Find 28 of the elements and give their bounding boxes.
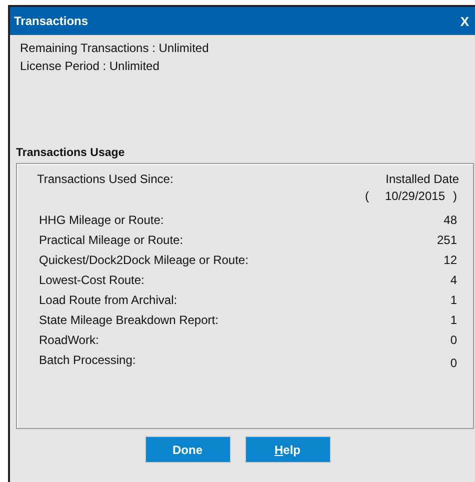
usage-label: Batch Processing: (39, 353, 136, 369)
usage-count: 0 (450, 356, 457, 370)
usage-label: Quickest/Dock2Dock Mileage or Route: (39, 253, 248, 267)
usage-label: Lowest-Cost Route: (39, 273, 144, 287)
usage-count: 12 (444, 253, 457, 267)
open-paren: ( (364, 189, 369, 203)
close-button[interactable]: X (460, 14, 469, 28)
since-label: Transactions Used Since: (37, 172, 174, 186)
usage-count: 48 (444, 213, 457, 227)
dialog-button[interactable]: Done (144, 436, 230, 463)
close-paren: ) (453, 189, 457, 203)
usage-count: 1 (450, 293, 457, 307)
usage-count: 4 (450, 273, 457, 287)
usage-label: State Mileage Breakdown Report: (39, 313, 218, 327)
section-title: Transactions Usage (16, 147, 125, 159)
info-text: Remaining Transactions : Unlimited (20, 41, 209, 55)
dialog-button[interactable]: Help (244, 436, 330, 463)
since-value: Installed Date (386, 172, 459, 186)
usage-label: Practical Mileage or Route: (39, 233, 184, 247)
usage-count: 1 (450, 313, 457, 327)
usage-count: 251 (436, 233, 457, 247)
usage-label: HHG Mileage or Route: (39, 213, 164, 227)
window-title: Transactions (14, 14, 88, 28)
install-date: 10/29/2015 (384, 189, 445, 203)
usage-label: RoadWork: (39, 333, 99, 347)
info-text: License Period : Unlimited (20, 59, 160, 73)
usage-label: Load Route from Archival: (39, 293, 178, 307)
usage-count: 0 (450, 333, 457, 347)
